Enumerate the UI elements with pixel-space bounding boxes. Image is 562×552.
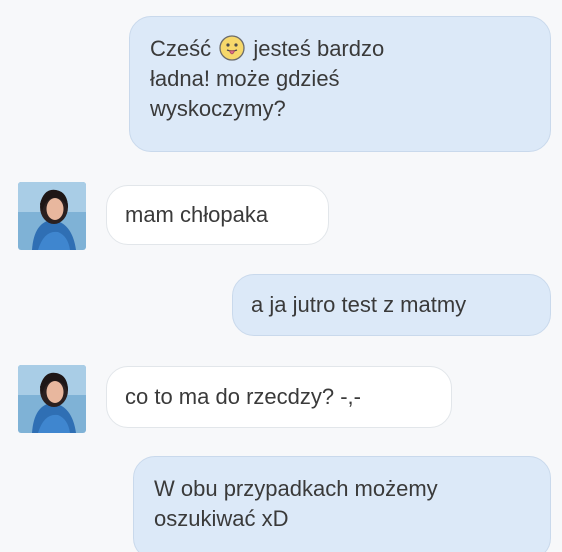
chat-conversation: Cześć jesteś bardzo ładna! może gdzieś w…: [0, 0, 562, 552]
message-line: W obu przypadkach możemy: [154, 476, 438, 501]
message-bubble-incoming[interactable]: co to ma do rzecdzy? -,-: [106, 366, 452, 428]
message-bubble-outgoing[interactable]: W obu przypadkach możemy oszukiwać xD: [133, 456, 551, 552]
message-line: oszukiwać xD: [154, 506, 289, 531]
message-text: Cześć: [150, 36, 212, 61]
message-text: co to ma do rzecdzy? -,-: [125, 384, 361, 409]
message-text: jesteś bardzo: [253, 36, 385, 61]
avatar-photo-icon: [18, 365, 86, 433]
avatar-photo-icon: [18, 182, 86, 250]
face-with-tongue-icon: [219, 35, 245, 61]
message-text: a ja jutro test z matmy: [251, 292, 467, 317]
message-bubble-incoming[interactable]: mam chłopaka: [106, 185, 329, 245]
contact-avatar[interactable]: [18, 365, 86, 433]
contact-avatar[interactable]: [18, 182, 86, 250]
message-bubble-outgoing[interactable]: a ja jutro test z matmy: [232, 274, 551, 336]
message-text: mam chłopaka: [125, 202, 269, 227]
message-line: Cześć jesteś bardzo: [150, 34, 530, 64]
message-line: wyskoczymy?: [150, 96, 286, 121]
message-line: ładna! może gdzieś: [150, 66, 340, 91]
message-bubble-outgoing[interactable]: Cześć jesteś bardzo ładna! może gdzieś w…: [129, 16, 551, 152]
